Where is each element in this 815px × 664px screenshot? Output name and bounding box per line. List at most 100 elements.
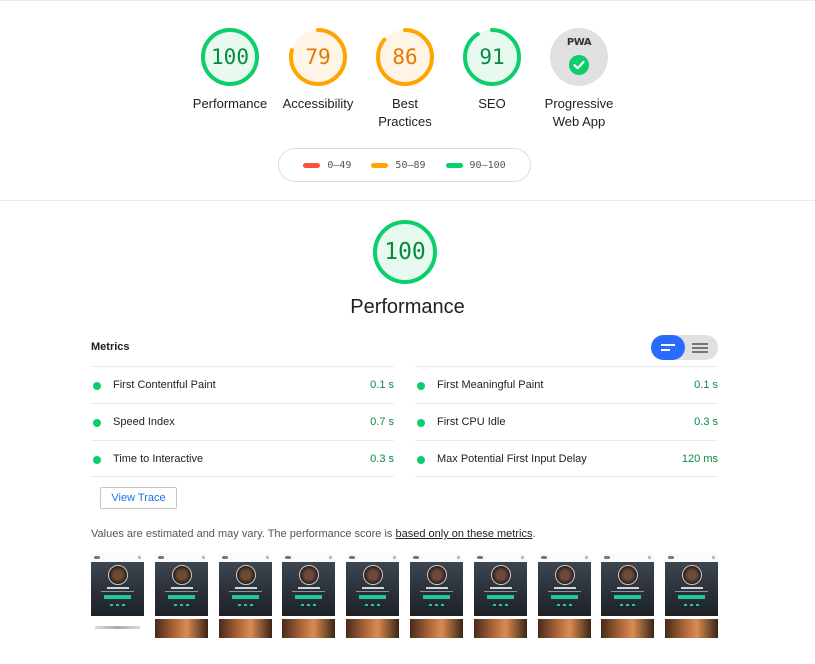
metric-row: Time to Interactive 0.3 s [91, 440, 394, 477]
frame-subtitle-line [101, 591, 134, 592]
frame-header [218, 553, 272, 562]
frame-social-icons [365, 604, 381, 606]
expanded-view-icon[interactable] [692, 343, 708, 345]
metric-value: 0.3 s [370, 453, 394, 465]
chevron-icon [457, 556, 460, 559]
frame-button [486, 595, 514, 599]
legend-pass-range: 90–100 [469, 159, 506, 171]
frame-lower-image [154, 619, 208, 638]
pwa-badge: PWA [550, 28, 608, 86]
eye-icon [413, 556, 419, 559]
metric-row: Max Potential First Input Delay 120 ms [415, 440, 718, 477]
chevron-icon [393, 556, 397, 559]
performance-score: 100 [211, 45, 249, 69]
frame-name-line [553, 587, 576, 589]
chevron-icon [584, 556, 588, 559]
metrics-disclaimer: Values are estimated and may vary. The p… [91, 528, 536, 540]
metric-value: 0.7 s [370, 416, 394, 428]
frame-social-icons [301, 604, 317, 606]
pass-dot-icon [93, 382, 101, 390]
frame-subtitle-line [228, 591, 262, 592]
frame-subtitle-line [164, 591, 198, 592]
metric-row: First Contentful Paint 0.1 s [91, 366, 394, 403]
frame-lower-image [346, 619, 400, 638]
filmstrip-frame [473, 553, 527, 638]
frame-button [614, 595, 642, 599]
frame-header [282, 553, 336, 562]
frame-header [91, 553, 144, 562]
frame-social-icons [237, 604, 253, 606]
legend-fail: 0–49 [303, 160, 351, 171]
frame-name-line [107, 587, 129, 589]
best-practices-label: Best Practices [378, 96, 432, 129]
frame-social-icons [556, 604, 572, 606]
frame-subtitle-line [356, 591, 390, 592]
category-seo[interactable]: 91 SEO [442, 27, 542, 113]
pwa-label: Progressive Web App [544, 96, 614, 129]
category-accessibility[interactable]: 79 Accessibility [268, 27, 368, 113]
frame-header [537, 553, 591, 562]
category-pwa[interactable]: PWA Progressive Web App [529, 27, 629, 131]
pwa-badge-text: PWA [566, 37, 592, 48]
frame-name-line [170, 587, 193, 589]
eye-icon [94, 556, 100, 559]
frame-hero [282, 562, 336, 616]
chevron-icon [520, 556, 524, 559]
filmstrip-frame [218, 553, 272, 638]
metric-name: Speed Index [113, 416, 175, 428]
frame-lower-image [410, 619, 463, 638]
frame-lower-image [537, 619, 591, 638]
frame-button [231, 595, 259, 599]
frame-button [295, 595, 323, 599]
chevron-icon [329, 556, 333, 559]
frame-header [410, 553, 463, 562]
view-trace-button[interactable]: View Trace [100, 487, 177, 509]
frame-lower-image [282, 619, 336, 638]
disclaimer-text: Values are estimated and may vary. The p… [91, 528, 396, 540]
metric-row: First CPU Idle 0.3 s [415, 403, 718, 440]
chevron-icon [201, 556, 205, 559]
frame-social-icons [684, 604, 700, 606]
accessibility-gauge: 79 [288, 27, 348, 87]
frame-header [473, 553, 527, 562]
pass-dot-icon [93, 456, 101, 464]
compact-view-button[interactable] [651, 335, 685, 360]
pass-dot-icon [417, 382, 425, 390]
frame-social-icons [110, 604, 125, 606]
eye-icon [349, 556, 356, 559]
metric-value: 0.1 s [370, 379, 394, 391]
frame-button [423, 595, 450, 599]
legend-fail-range: 0–49 [327, 159, 352, 171]
frame-hero [473, 562, 527, 616]
expanded-view-icon-line [692, 351, 708, 353]
metric-row: Speed Index 0.7 s [91, 403, 394, 440]
eye-icon [604, 556, 611, 559]
score-legend: 0–49 50–89 90–100 [278, 148, 531, 182]
best-practices-score: 86 [392, 45, 418, 69]
filmstrip-frame [154, 553, 208, 638]
frame-name-line [362, 587, 385, 589]
accessibility-label: Accessibility [282, 96, 354, 111]
category-performance[interactable]: 100 Performance [180, 27, 280, 113]
frame-lower-image [601, 619, 655, 638]
frame-subtitle-line [483, 591, 517, 592]
frame-social-icons [429, 604, 444, 606]
metrics-view-toggle[interactable] [651, 335, 718, 360]
category-best-practices[interactable]: 86 Best Practices [355, 27, 455, 131]
frame-lower-image [91, 619, 144, 638]
filmstrip-frame [282, 553, 336, 638]
pass-dot-icon [417, 456, 425, 464]
avatar [490, 565, 511, 585]
frame-button [167, 595, 195, 599]
metric-row: First Meaningful Paint 0.1 s [415, 366, 718, 403]
eye-icon [285, 556, 292, 559]
top-border [0, 0, 815, 1]
frame-header [665, 553, 719, 562]
frame-hero [410, 562, 463, 616]
metrics-info-link[interactable]: based only on these metrics [395, 528, 532, 540]
accessibility-score: 79 [305, 45, 331, 69]
avatar [427, 565, 447, 585]
metric-name: Max Potential First Input Delay [437, 453, 587, 465]
metric-value: 0.1 s [694, 379, 718, 391]
list-icon [661, 344, 675, 346]
